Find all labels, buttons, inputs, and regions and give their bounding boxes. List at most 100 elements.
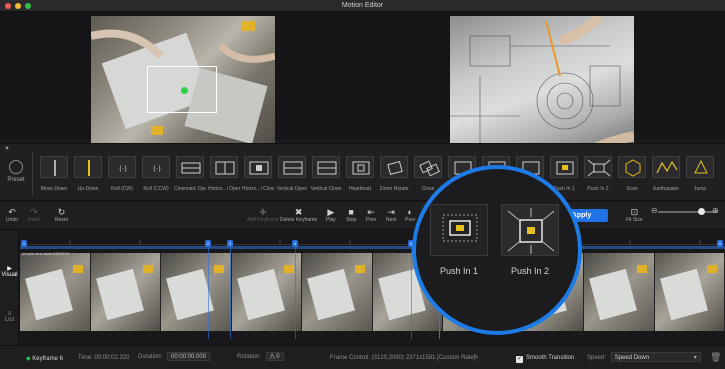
effect-thumbnail-icon <box>244 156 272 178</box>
crop-frame[interactable] <box>147 66 217 113</box>
frame-control-label: Frame Control: <box>330 355 371 361</box>
effect-preset[interactable]: Jump <box>684 156 716 192</box>
svg-text:(·): (·) <box>119 165 127 173</box>
svg-text:(·): (·) <box>153 165 161 173</box>
time-field: Time: 00:00:02.320 <box>78 355 130 361</box>
focus-point-handle[interactable] <box>181 87 188 94</box>
effect-preset[interactable]: (·) Roll (CCW) <box>140 156 172 192</box>
redo-button[interactable]: ↷ Redo <box>28 207 40 223</box>
reset-icon: ↻ <box>57 207 66 217</box>
rotation-input[interactable]: ⋀ 0 <box>265 352 284 361</box>
effect-preset[interactable]: Vertical Close <box>310 156 342 192</box>
frame-control-value: (3120,2080) 2371x1581 [Custom Rate] <box>371 355 476 361</box>
list-tab-label: List <box>4 317 15 323</box>
next-keyframe-button[interactable]: ⇥ Next <box>386 207 396 223</box>
effect-preset[interactable]: Cinematic Open <box>174 156 206 192</box>
keyframe-guide <box>230 247 231 339</box>
collapse-panel-icon[interactable]: ▼ <box>4 146 10 152</box>
push-in-2-preset[interactable] <box>501 204 559 256</box>
next-icon: ⇥ <box>387 207 395 217</box>
redo-icon: ↷ <box>30 207 38 217</box>
effects-panel: ▼ Preset Move Down Up-Down (·) Roll (CW) (·)… <box>0 143 725 201</box>
push-in-1-label: Push In 1 <box>439 266 479 276</box>
timeline-view-tabs: ▶ Visual ≡ List <box>0 231 19 345</box>
zoom-in-icon[interactable]: ⊕ <box>712 206 719 215</box>
keyframe-marker[interactable]: 4 <box>292 240 298 247</box>
add-keyframe-button[interactable]: ✚ Add Keyframe <box>247 207 279 223</box>
time-ruler[interactable] <box>20 231 725 245</box>
tab-visual[interactable]: ▶ Visual <box>0 265 19 278</box>
zoom-out-icon[interactable]: ⊖ <box>651 206 658 215</box>
preset-label: Preset <box>7 177 25 183</box>
keyframe-marker[interactable]: 6 <box>717 240 723 247</box>
effect-label: Roll (CCW) <box>143 186 169 192</box>
preview-button[interactable]: ◐ Prev <box>405 207 415 223</box>
effect-preset[interactable]: Earthquake <box>650 156 682 192</box>
keyframe-toolbar: ↶ Undo ↷ Redo ↻ Reset ✚ Add Keyframe ✖ D… <box>0 202 725 230</box>
effect-preset[interactable]: Scan <box>616 156 648 192</box>
delete-keyframe-button[interactable]: ✖ Delete Keyframe <box>280 207 317 223</box>
zoom-slider-handle[interactable] <box>698 208 705 215</box>
undo-icon: ↶ <box>8 207 16 217</box>
effect-label: Heartbeat <box>349 186 371 192</box>
speed-select[interactable]: Speed Down ▾ <box>610 352 701 362</box>
source-preview[interactable] <box>0 12 362 150</box>
effect-preset[interactable]: Up-Down <box>72 156 104 192</box>
effect-label: Roll (CW) <box>111 186 133 192</box>
duration-field: Duration: 00:00:00.000 <box>138 352 211 361</box>
smooth-transition-label: Smooth Transition <box>526 355 575 361</box>
add-keyframe-icon: ✚ <box>259 207 267 217</box>
smooth-transition-toggle[interactable]: ✓ Smooth Transition <box>516 355 574 363</box>
effect-thumbnail-icon: (·) <box>142 156 170 178</box>
effect-label: Horizo...l Close <box>242 186 274 192</box>
magnifier-callout: Push In 1 Push In 2 <box>412 165 582 335</box>
play-icon: ▶ <box>327 207 335 217</box>
stop-icon: ■ <box>348 207 354 217</box>
effect-preset[interactable]: (·) Roll (CW) <box>106 156 138 192</box>
effect-thumbnail-icon <box>176 156 204 178</box>
trash-icon[interactable]: 🗑 <box>710 352 721 363</box>
keyframe-marker[interactable]: 1 <box>21 240 27 247</box>
effect-thumbnail-icon <box>278 156 306 178</box>
undo-label: Undo <box>6 217 18 223</box>
prev-keyframe-button[interactable]: ⇤ Prev <box>366 207 376 223</box>
keyframe-marker[interactable]: 3 <box>227 240 233 247</box>
tab-list[interactable]: ≡ List <box>0 311 19 323</box>
effect-preset[interactable]: Heartbeat <box>344 156 376 192</box>
push-in-1-preset[interactable] <box>430 204 488 256</box>
prev-icon: ⇤ <box>367 207 375 217</box>
delete-keyframe-label: Delete Keyframe <box>280 217 318 223</box>
effect-preset[interactable]: Zoom Rotate <box>378 156 410 192</box>
effect-preset[interactable]: Vertical Open <box>276 156 308 192</box>
undo-button[interactable]: ↶ Undo <box>6 207 18 223</box>
effect-label: Cinematic Open <box>174 186 206 192</box>
effect-label: Up-Down <box>77 186 99 192</box>
effect-thumbnail-icon <box>652 156 680 178</box>
keyframe-marker[interactable]: 2 <box>205 240 211 247</box>
play-label: Play <box>326 217 336 223</box>
effect-thumbnail-icon <box>312 156 340 178</box>
effect-thumbnail-icon <box>346 156 374 178</box>
motion-track[interactable] <box>20 246 725 249</box>
video-clip[interactable] <box>20 253 725 331</box>
play-button[interactable]: ▶ Play <box>326 207 336 223</box>
effect-preset[interactable]: Horizo...l Close <box>242 156 274 192</box>
clip-frame <box>231 253 302 331</box>
zoom-slider[interactable] <box>658 208 718 215</box>
stop-button[interactable]: ■ Stop <box>346 207 356 223</box>
effect-preset[interactable]: Horizo...l Open <box>208 156 240 192</box>
effect-preset[interactable]: Move Down <box>38 156 70 192</box>
effect-preset[interactable]: Push In 2 <box>582 156 614 192</box>
chevron-down-icon: ▾ <box>693 355 697 361</box>
frame-control-field: Frame Control: (3120,2080) 2371x1581 [Cu… <box>330 355 475 361</box>
speed-label: Speed: <box>587 355 607 361</box>
fit-size-button[interactable]: ⊡ Fit Size <box>626 207 643 223</box>
effect-thumbnail-icon <box>74 156 102 178</box>
reset-button[interactable]: ↻ Reset <box>55 207 68 223</box>
preset-button[interactable]: Preset <box>4 160 28 183</box>
effect-label: Vertical Close <box>310 186 342 192</box>
comment-icon[interactable]: ✎ <box>474 354 479 361</box>
duration-input[interactable]: 00:00:00.000 <box>167 352 211 361</box>
prev-label: Prev <box>366 217 377 223</box>
checkbox-checked-icon[interactable]: ✓ <box>516 356 523 363</box>
